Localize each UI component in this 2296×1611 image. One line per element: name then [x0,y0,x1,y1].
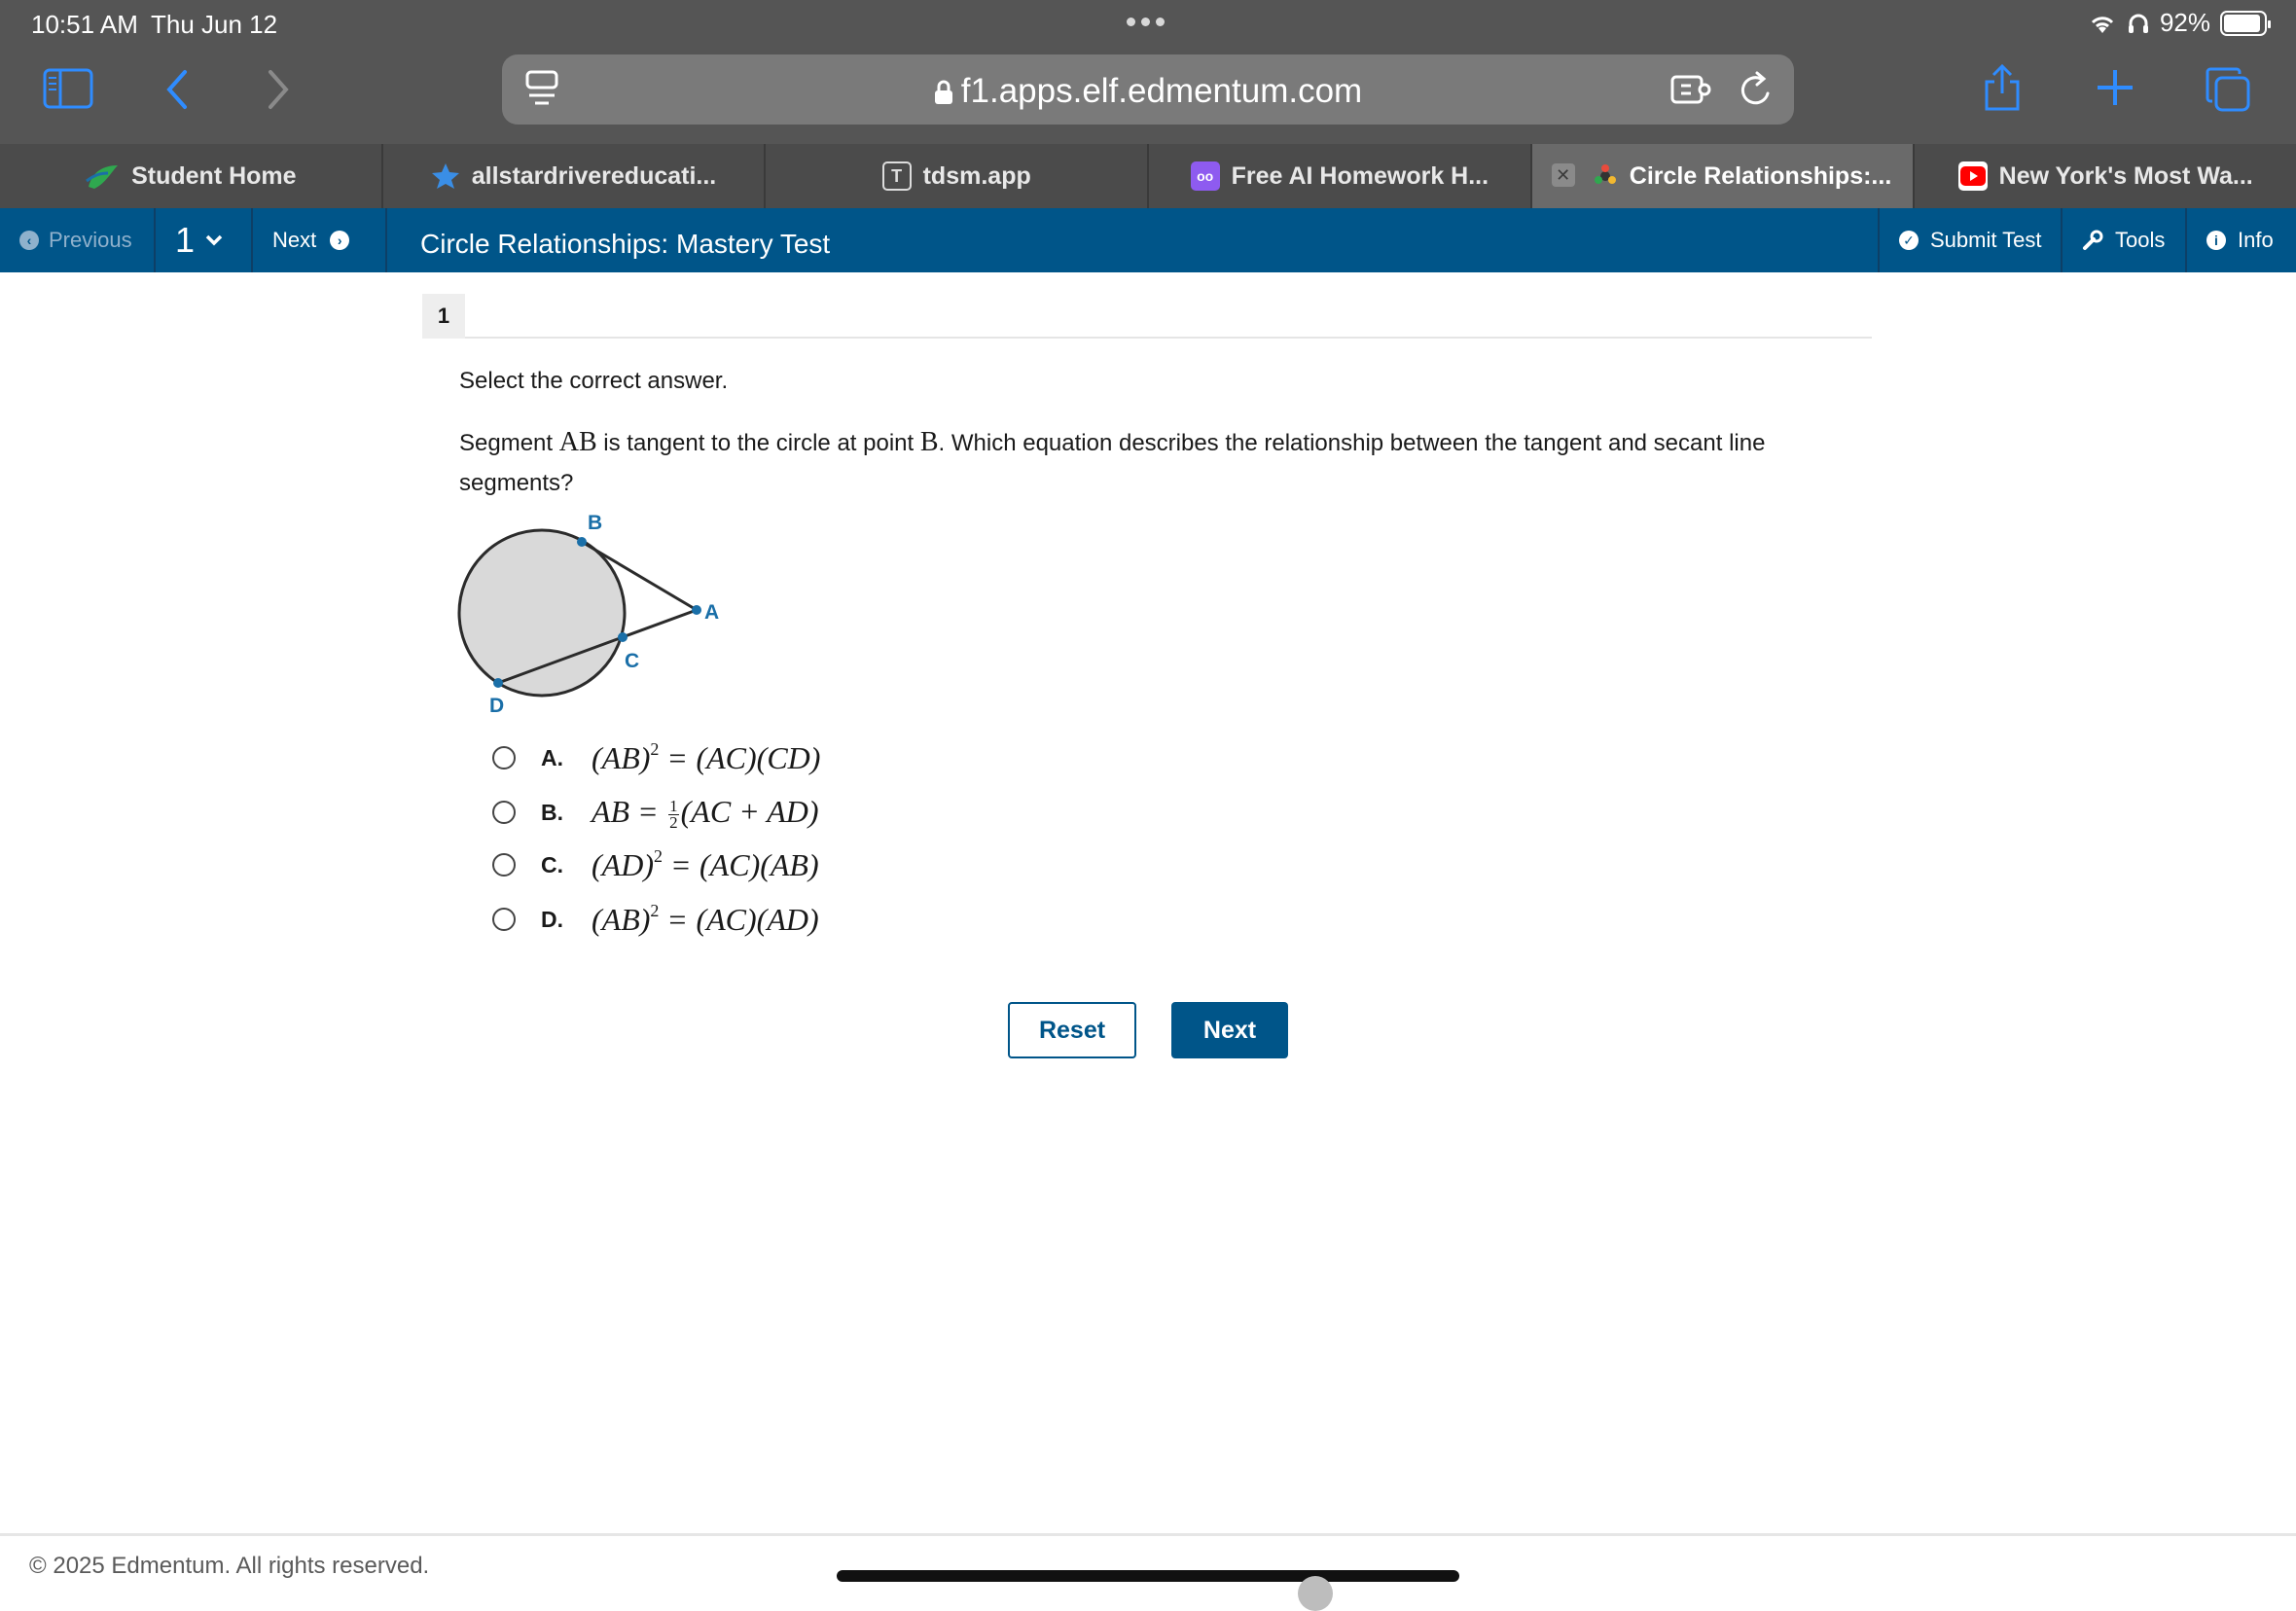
point-d [493,678,503,688]
new-tab-icon[interactable] [2096,68,2135,107]
reload-icon[interactable] [1738,70,1775,109]
browser-toolbar: f1.apps.elf.edmentum.com [0,47,2296,144]
point-b [577,537,587,547]
choice-b[interactable]: B. AB = 1 2 (AC + AD) [492,794,819,831]
point-c [618,632,628,642]
tab-label: allstardrivereducati... [471,161,717,190]
star-icon [431,163,459,189]
next-button[interactable]: Next [1171,1002,1288,1058]
choice-d-equation: (AB)2 = (AC)(AD) [592,901,819,937]
page-title: Circle Relationships: Mastery Test [420,229,831,259]
point-a [692,605,701,615]
tab-strip: Student Home allstardrivereducati... T t… [0,144,2296,208]
question-number-badge: 1 [422,294,465,339]
copyright-footer: © 2025 Edmentum. All rights reserved. [29,1553,430,1579]
lock-icon [934,80,952,104]
battery-icon [2220,10,2271,36]
tab-ai-homework[interactable]: oo Free AI Homework H... [1149,144,1532,208]
circle [457,528,627,698]
youtube-icon [1957,161,1988,191]
arrow-left-circle-icon: ‹ [19,231,39,250]
tab-youtube[interactable]: New York's Most Wa... [1915,144,2296,208]
home-indicator[interactable] [837,1570,1459,1582]
leaf-logo-icon [86,165,119,189]
choice-c[interactable]: C. (AD)2 = (AC)(AB) [492,846,819,883]
wrench-icon [2083,230,2103,250]
info-icon: i [2206,231,2226,250]
close-tab-icon[interactable]: ✕ [1551,163,1575,187]
tab-tdsm[interactable]: T tdsm.app [766,144,1150,208]
tab-label: Student Home [131,161,297,190]
label-b: B [588,512,602,534]
status-time: 10:51 AM [31,10,138,39]
question-instruction: Select the correct answer. [459,368,729,394]
question-prompt: Segment AB is tangent to the circle at p… [459,427,1766,496]
wifi-icon [2091,16,2114,33]
tools-button[interactable]: Tools [2082,208,2165,272]
choice-c-equation: (AD)2 = (AC)(AB) [592,846,819,882]
headphones-icon [2128,14,2148,33]
url-text[interactable]: f1.apps.elf.edmentum.com [502,72,1794,111]
tab-label: Circle Relationships:... [1629,161,1892,190]
fraction-one-half: 12 [668,797,679,833]
label-d: D [489,695,504,717]
question-number-dropdown[interactable]: 1 [175,208,224,272]
tab-overview-icon[interactable] [2205,66,2251,113]
footer-divider [0,1533,2296,1536]
t-logo-icon: T [881,161,912,191]
status-date: Thu Jun 12 [151,10,278,39]
previous-button[interactable]: ‹ Previous [19,208,132,272]
label-c: C [625,650,639,672]
tab-student-home[interactable]: Student Home [0,144,383,208]
nav-next-button[interactable]: Next › [272,208,350,272]
battery-percent: 92% [2159,8,2210,37]
radio-choice-d[interactable] [492,908,516,931]
forward-icon[interactable] [265,68,292,111]
share-icon[interactable] [1981,64,2024,113]
choice-d[interactable]: D. (AB)2 = (AC)(AD) [492,901,819,938]
tab-allstar[interactable]: allstardrivereducati... [383,144,767,208]
tab-circle-relationships[interactable]: ✕ Circle Relationships:... [1531,144,1916,208]
multitasking-dots-icon[interactable] [1127,18,1165,26]
choice-b-equation: AB = 1 2 (AC + AD) [592,794,819,833]
radio-choice-c[interactable] [492,853,516,877]
status-right: 92% [2088,8,2271,38]
tab-label: New York's Most Wa... [1998,161,2253,190]
reset-button[interactable]: Reset [1008,1002,1136,1058]
check-circle-icon: ✓ [1899,231,1919,250]
tab-label: tdsm.app [922,161,1031,190]
sidebar-toggle-icon[interactable] [43,68,93,109]
question-header: 1 [422,294,1872,339]
address-bar[interactable]: f1.apps.elf.edmentum.com [502,54,1794,125]
circle-tangent-secant-figure: B A C D [457,512,719,717]
owl-logo-icon: oo [1190,161,1220,191]
tab-label: Free AI Homework H... [1231,161,1489,190]
submit-test-button[interactable]: ✓ Submit Test [1899,208,2042,272]
chevron-down-icon [205,234,223,246]
extension-icon[interactable] [1669,72,1712,107]
label-a: A [704,601,719,624]
radio-choice-b[interactable] [492,801,516,825]
edmentum-logo-icon [1594,164,1616,184]
status-bar: 10:51 AM Thu Jun 12 92% [0,0,2296,47]
test-nav-bar: ‹ Previous 1 Next › Circle Relationships… [0,208,2296,272]
info-button[interactable]: i Info [2206,208,2274,272]
radio-choice-a[interactable] [492,746,516,770]
back-icon[interactable] [163,68,191,111]
scroll-handle[interactable] [1298,1576,1333,1611]
choice-a[interactable]: A. (AB)2 = (AC)(CD) [492,739,820,776]
arrow-right-circle-icon: › [330,231,350,250]
choice-a-equation: (AB)2 = (AC)(CD) [592,739,821,775]
